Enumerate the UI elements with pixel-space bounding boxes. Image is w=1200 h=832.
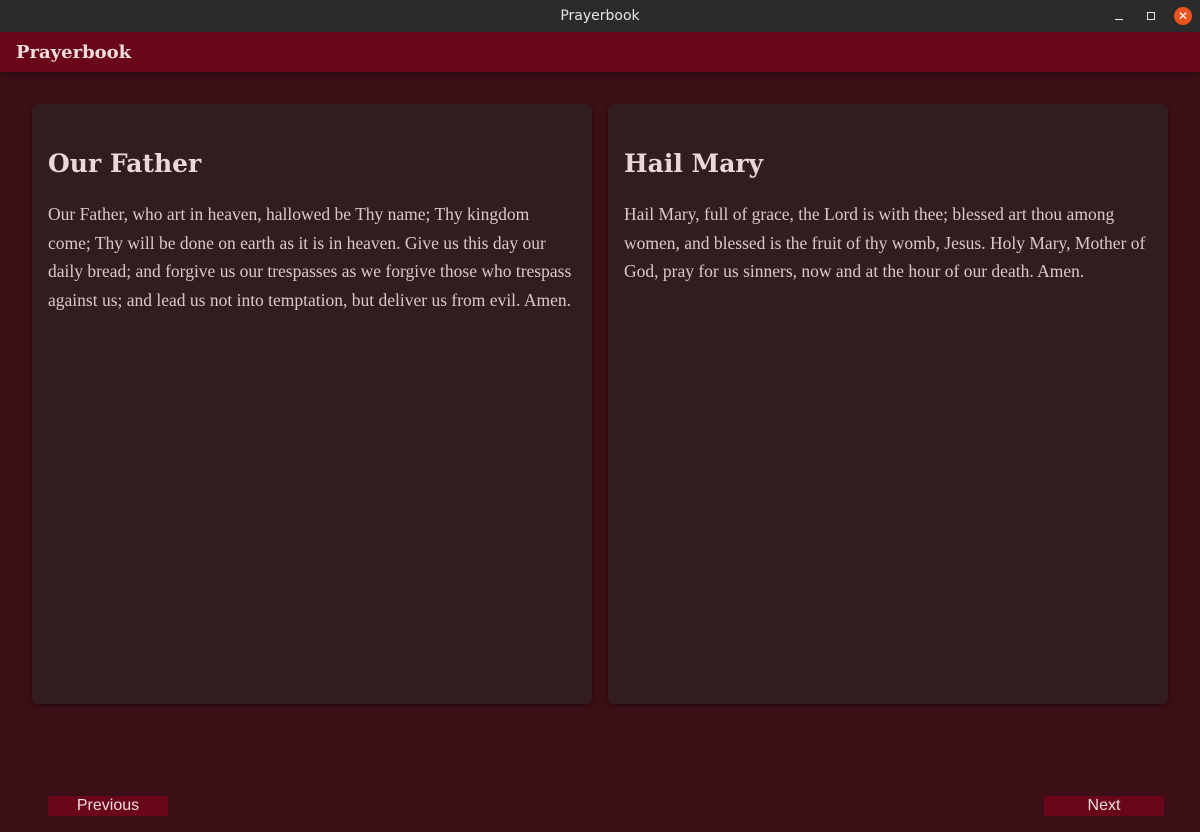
minimize-icon[interactable] bbox=[1110, 7, 1128, 25]
window-controls: ✕ bbox=[1110, 0, 1192, 32]
previous-button[interactable]: Previous bbox=[48, 796, 168, 816]
prayer-title: Hail Mary bbox=[624, 149, 764, 178]
close-icon[interactable]: ✕ bbox=[1174, 7, 1192, 25]
prayer-text: Our Father, who art in heaven, hallowed … bbox=[48, 204, 572, 310]
prayer-card-our-father: Our Father Our Father, who art in heaven… bbox=[32, 104, 592, 704]
prayer-text: Hail Mary, full of grace, the Lord is wi… bbox=[624, 204, 1146, 281]
maximize-icon[interactable] bbox=[1142, 7, 1160, 25]
app-header: Prayerbook bbox=[0, 32, 1200, 72]
prayer-title: Our Father bbox=[48, 149, 202, 178]
prayer-card-hail-mary: Hail Mary Hail Mary, full of grace, the … bbox=[608, 104, 1168, 704]
next-button[interactable]: Next bbox=[1044, 796, 1164, 816]
app-title: Prayerbook bbox=[16, 41, 132, 63]
window-titlebar: Prayerbook ✕ bbox=[0, 0, 1200, 32]
window-title: Prayerbook bbox=[560, 8, 640, 24]
